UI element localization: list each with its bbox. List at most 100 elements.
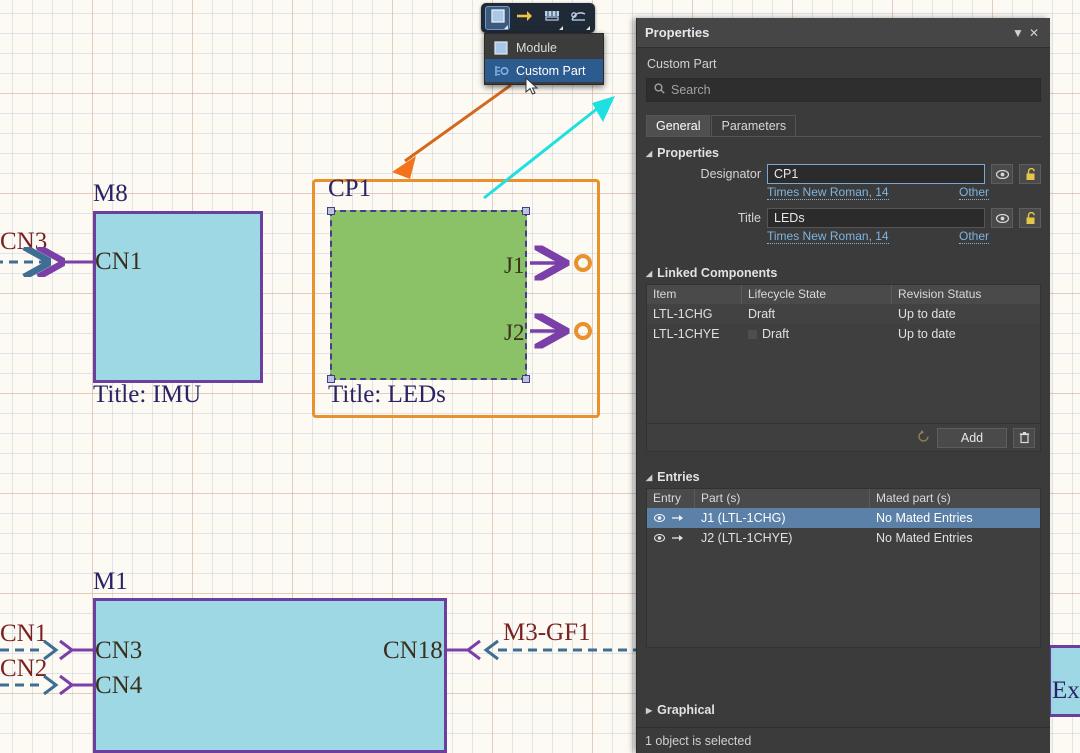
custom-part-body-selected[interactable] [330, 210, 527, 380]
section-header-entries[interactable]: ◢ Entries [646, 470, 1050, 484]
table-row[interactable]: LTL-1CHG Draft Up to date [647, 304, 1040, 324]
eye-icon[interactable] [654, 528, 665, 548]
dropdown-corner-icon[interactable] [504, 25, 508, 29]
triangle-expanded-icon: ◢ [646, 473, 652, 482]
cell-part: J1 (LTL-1CHG) [695, 508, 870, 528]
search-field[interactable]: Search [646, 78, 1041, 102]
column-entry: Entry [647, 489, 695, 508]
cell-entry-icons[interactable] [647, 508, 695, 528]
entry-label-j2: J2 [504, 320, 524, 346]
resize-handle-tl[interactable] [327, 207, 335, 215]
add-button[interactable]: Add [937, 428, 1007, 448]
dropdown-corner-icon[interactable] [586, 26, 590, 30]
eye-icon[interactable] [654, 508, 665, 528]
tab-general[interactable]: General [646, 115, 710, 136]
unlocked-padlock-icon[interactable] [1019, 164, 1041, 184]
column-lifecycle-state: Lifecycle State [742, 285, 892, 304]
designator-field-row: Designator CP1 [646, 164, 1041, 184]
section-header-linked-components[interactable]: ◢ Linked Components [646, 266, 1050, 280]
properties-panel[interactable]: Properties ▼ ✕ Custom Part Search Genera… [636, 18, 1050, 753]
wire-label-cn3: CN3 [0, 228, 47, 256]
cell-lifecycle-state: Draft [742, 324, 892, 344]
placement-toolbar[interactable] [481, 3, 595, 33]
right-block-label: Exp [1052, 677, 1080, 705]
connector-tool-button[interactable] [539, 6, 564, 30]
module-designator-label-m1: M1 [93, 568, 128, 596]
harness-icon [570, 9, 587, 28]
linked-components-footer: Add [646, 424, 1041, 452]
cell-lifecycle-state-text: Draft [762, 327, 789, 341]
eye-icon[interactable] [991, 164, 1013, 184]
panel-title: Properties [645, 25, 1010, 40]
search-icon [654, 83, 665, 97]
section-title: Properties [657, 146, 719, 160]
designator-font-link[interactable]: Times New Roman, 14 [767, 185, 889, 200]
resize-handle-tr[interactable] [522, 207, 530, 215]
table-header-row: Item Lifecycle State Revision Status [647, 285, 1040, 304]
yellow-arrow-icon [516, 9, 533, 28]
table-header-row: Entry Part (s) Mated part (s) [647, 489, 1040, 508]
blue-square-icon [493, 40, 509, 56]
section-title: Linked Components [657, 266, 777, 280]
designator-font-row: Times New Roman, 14 Other [646, 185, 1041, 200]
cell-mated-part: No Mated Entries [870, 508, 1040, 528]
module-block-m8[interactable] [93, 211, 263, 383]
section-header-graphical[interactable]: ▶ Graphical [646, 703, 1059, 717]
section-header-properties[interactable]: ◢ Properties [646, 146, 1050, 160]
column-item: Item [647, 285, 742, 304]
table-row[interactable]: J2 (LTL-1CHYE) No Mated Entries [647, 528, 1040, 548]
module-block-m1[interactable] [93, 598, 447, 753]
search-input[interactable]: Search [671, 83, 1033, 97]
cell-item: LTL-1CHG [647, 304, 742, 324]
section-title: Entries [657, 470, 699, 484]
resize-handle-br[interactable] [522, 375, 530, 383]
cell-entry-icons[interactable] [647, 528, 695, 548]
module-designator-label: M8 [93, 180, 128, 208]
eye-icon[interactable] [991, 208, 1013, 228]
pin-label-cn4: CN4 [95, 672, 142, 700]
table-row[interactable]: LTL-1CHYE Draft Up to date [647, 324, 1040, 344]
cell-lifecycle-state: Draft [742, 304, 892, 324]
module-tool-button[interactable] [485, 6, 510, 30]
tab-parameters[interactable]: Parameters [711, 115, 796, 136]
entry-label-j1: J1 [504, 253, 524, 279]
cell-revision-status: Up to date [892, 324, 1040, 344]
column-revision-status: Revision Status [892, 285, 1040, 304]
triangle-collapsed-icon: ▶ [646, 706, 652, 715]
triangle-expanded-icon: ◢ [646, 149, 652, 158]
placement-dropdown-menu[interactable]: Module Custom Part [484, 33, 604, 85]
trash-icon[interactable] [1013, 428, 1035, 448]
chevron-down-icon[interactable]: ▼ [1010, 25, 1026, 41]
module-title-label: Title: IMU [93, 381, 201, 409]
direct-connection-tool-button[interactable] [512, 6, 537, 30]
title-other-link[interactable]: Other [959, 229, 989, 244]
panel-header: Properties ▼ ✕ [637, 18, 1050, 48]
designator-other-link[interactable]: Other [959, 185, 989, 200]
column-parts: Part (s) [695, 489, 870, 508]
section-title: Graphical [657, 703, 715, 717]
menu-item-label: Module [516, 41, 557, 55]
refresh-icon[interactable] [916, 429, 931, 447]
cell-revision-status: Up to date [892, 304, 1040, 324]
status-text: 1 object is selected [645, 734, 751, 748]
dropdown-corner-icon[interactable] [559, 26, 563, 30]
wire-label-cn1: CN1 [0, 620, 47, 648]
linked-components-table[interactable]: Item Lifecycle State Revision Status LTL… [646, 284, 1041, 424]
menu-item-custom-part[interactable]: Custom Part [485, 59, 603, 82]
menu-item-module[interactable]: Module [485, 36, 603, 59]
panel-tabs[interactable]: General Parameters [646, 115, 1041, 137]
resize-handle-bl[interactable] [327, 375, 335, 383]
unlocked-padlock-icon[interactable] [1019, 208, 1041, 228]
title-font-link[interactable]: Times New Roman, 14 [767, 229, 889, 244]
harness-tool-button[interactable] [566, 6, 591, 30]
pin-label-cn3: CN3 [95, 637, 142, 665]
title-field-row: Title LEDs [646, 208, 1041, 228]
table-row[interactable]: J1 (LTL-1CHG) No Mated Entries [647, 508, 1040, 528]
entries-table[interactable]: Entry Part (s) Mated part (s) J1 (LTL-1C… [646, 488, 1041, 648]
title-label: Title [646, 211, 761, 225]
close-icon[interactable]: ✕ [1026, 25, 1042, 41]
designator-input[interactable]: CP1 [767, 164, 985, 184]
mouse-cursor-icon [525, 77, 541, 97]
title-font-row: Times New Roman, 14 Other [646, 229, 1041, 244]
title-input[interactable]: LEDs [767, 208, 985, 228]
